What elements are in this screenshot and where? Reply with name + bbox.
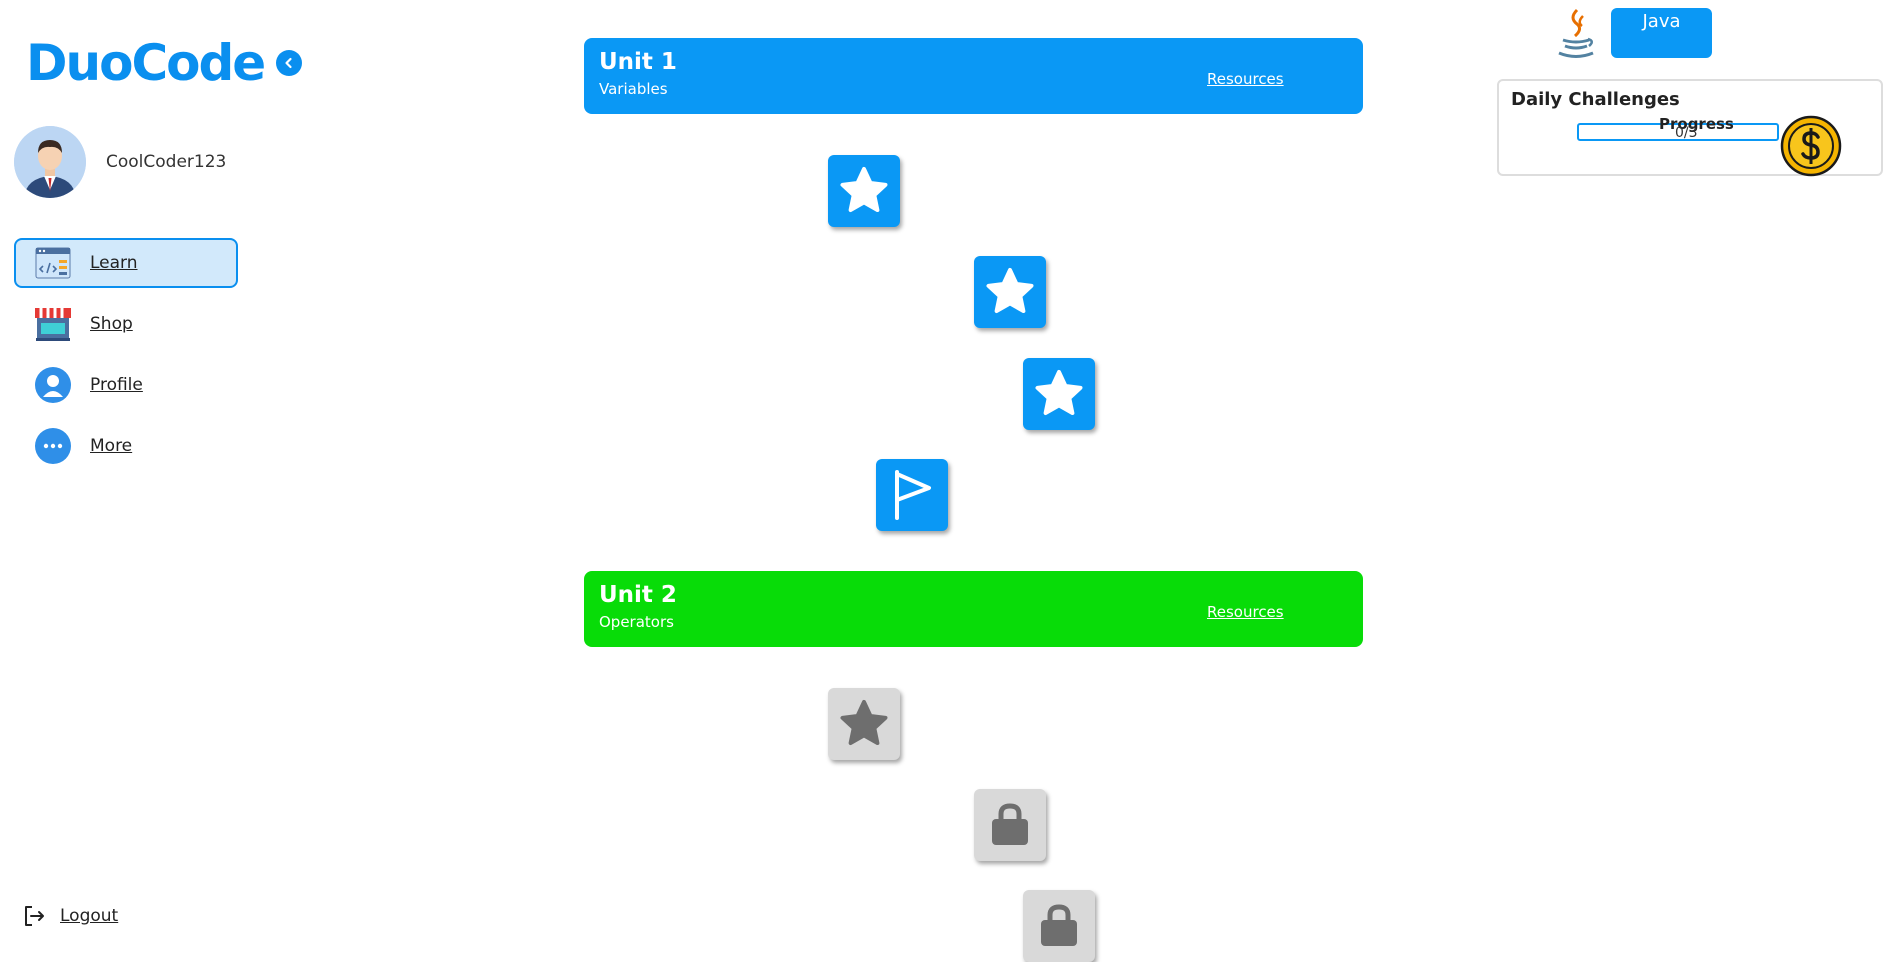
star-icon [840, 700, 888, 745]
resources-link[interactable]: Resources [1207, 70, 1284, 88]
logout-button[interactable]: Logout [22, 904, 118, 928]
username: CoolCoder123 [106, 152, 227, 172]
code-window-icon [34, 244, 72, 282]
lesson-node-checkpoint[interactable] [876, 459, 948, 531]
logo: DuoCode [26, 34, 303, 92]
sidebar-item-profile[interactable]: Profile [14, 360, 238, 410]
avatar[interactable] [14, 126, 86, 198]
collapse-sidebar-button[interactable] [276, 50, 303, 76]
star-icon [840, 167, 888, 212]
unit-banner-2: Unit 2 Operators Resources [584, 571, 1363, 647]
sidebar-item-learn[interactable]: Learn [14, 238, 238, 288]
java-logo-icon [1555, 8, 1597, 64]
lesson-node[interactable] [828, 688, 900, 760]
sidebar-item-label: Shop [90, 314, 133, 334]
app-name: DuoCode [26, 34, 266, 92]
unit-banner-1: Unit 1 Variables Resources [584, 38, 1363, 114]
daily-challenges-title: Daily Challenges [1511, 89, 1680, 110]
sidebar-item-label: Learn [90, 253, 138, 273]
sidebar-item-label: More [90, 436, 133, 456]
lock-icon [1041, 904, 1077, 946]
lesson-node-locked[interactable] [974, 789, 1046, 861]
language-selector-button[interactable]: Java [1611, 8, 1712, 58]
sidebar-item-label: Profile [90, 375, 143, 395]
logout-icon [25, 906, 44, 926]
sidebar-item-shop[interactable]: Shop [14, 299, 238, 349]
logout-label: Logout [60, 906, 119, 926]
daily-challenges-panel: Daily Challenges Progress 0/3 [1497, 79, 1883, 177]
avatar-icon [14, 126, 86, 198]
lock-icon [992, 803, 1028, 845]
profile-icon [34, 366, 72, 404]
lesson-node-locked[interactable] [1023, 890, 1095, 962]
sidebar-nav: Learn Shop Profile More [14, 238, 238, 482]
star-icon [1035, 370, 1083, 415]
user-info: CoolCoder123 [14, 126, 226, 198]
lesson-node[interactable] [1023, 358, 1095, 430]
progress-text: 0/3 [1675, 125, 1698, 141]
storefront-icon [34, 305, 72, 343]
sidebar-item-more[interactable]: More [14, 421, 238, 471]
chevron-left-icon [285, 57, 292, 69]
star-icon [986, 268, 1034, 313]
flag-icon [895, 470, 931, 520]
resources-link[interactable]: Resources [1207, 603, 1284, 621]
more-dots-icon [34, 427, 72, 465]
lesson-node[interactable] [974, 256, 1046, 328]
lesson-node[interactable] [828, 155, 900, 227]
coin-icon [1780, 115, 1842, 181]
